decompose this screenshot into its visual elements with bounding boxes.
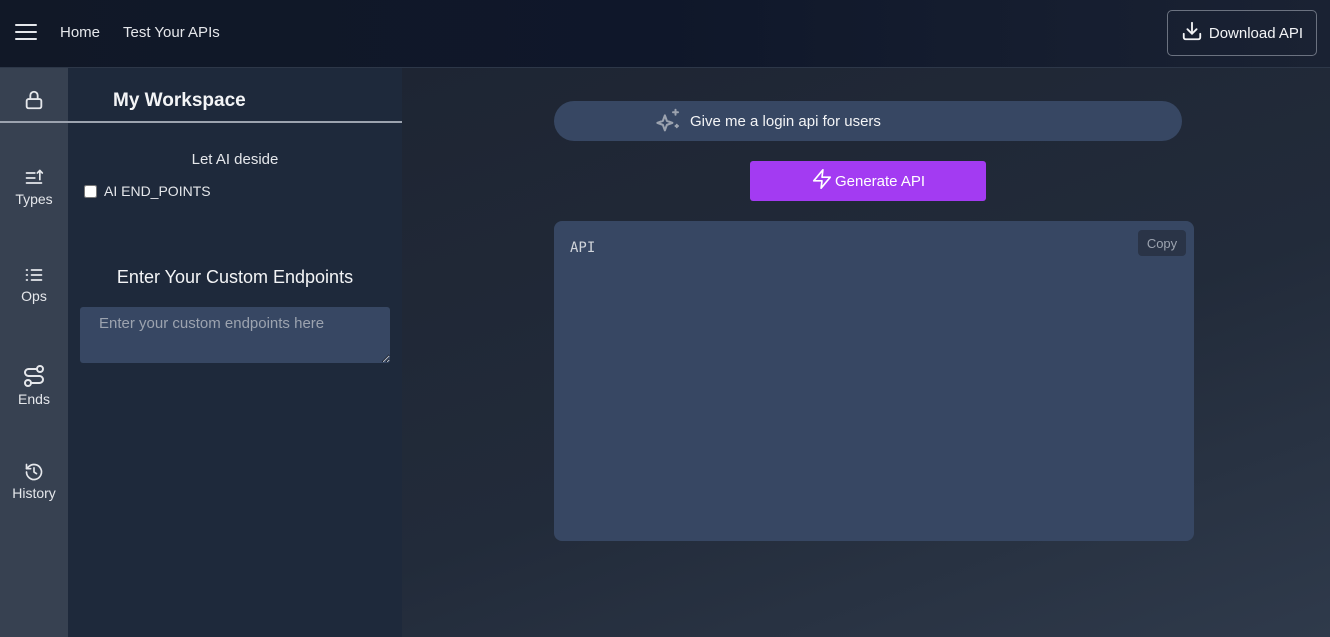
download-api-button[interactable]: Download API	[1167, 10, 1317, 56]
rail-history-label: History	[12, 485, 56, 501]
ai-endpoints-checkbox[interactable]	[84, 184, 97, 198]
workspace-divider	[68, 121, 402, 123]
rail-divider	[0, 121, 68, 123]
workspace-panel: My Workspace Let AI deside AI END_POINTS…	[68, 68, 402, 637]
rail-ops-label: Ops	[21, 288, 47, 304]
main-area: Generate API API Copy	[402, 68, 1330, 637]
rail-item-history[interactable]: History	[0, 462, 68, 501]
rail-ends-label: Ends	[18, 391, 50, 407]
custom-endpoints-heading: Enter Your Custom Endpoints	[116, 267, 354, 287]
nav-test-apis-link[interactable]: Test Your APIs	[123, 24, 220, 41]
lightning-icon	[811, 167, 833, 195]
workspace-title: My Workspace	[113, 90, 246, 111]
route-icon	[22, 364, 46, 391]
ai-decide-label: Let AI deside	[191, 151, 279, 168]
icon-rail: Types Ops Ends History	[0, 68, 68, 637]
generate-api-button[interactable]: Generate API	[750, 161, 986, 201]
generate-api-label: Generate API	[834, 172, 926, 190]
download-icon	[1181, 20, 1203, 46]
copy-button[interactable]: Copy	[1138, 230, 1186, 256]
bullet-list-icon	[23, 265, 45, 288]
top-navbar: Home Test Your APIs Download API	[0, 0, 1330, 68]
ai-endpoints-row[interactable]: AI END_POINTS	[84, 183, 211, 199]
sort-list-icon	[23, 168, 45, 191]
api-output-box[interactable]: API Copy	[554, 221, 1194, 541]
custom-endpoints-input[interactable]	[80, 307, 390, 363]
download-api-label: Download API	[1208, 24, 1304, 42]
history-icon	[24, 462, 44, 485]
lock-icon	[23, 88, 45, 115]
nav-home-link[interactable]: Home	[60, 24, 100, 41]
api-output-text: API	[570, 240, 596, 256]
rail-types-label: Types	[15, 191, 53, 207]
ai-endpoints-label: AI END_POINTS	[104, 183, 211, 199]
rail-lock-button[interactable]	[0, 88, 68, 115]
prompt-input[interactable]	[690, 109, 1160, 133]
rail-item-types[interactable]: Types	[0, 168, 68, 207]
rail-item-ops[interactable]: Ops	[0, 265, 68, 304]
prompt-bar	[554, 101, 1182, 141]
sparkles-icon	[653, 106, 683, 141]
hamburger-menu-icon[interactable]	[15, 24, 37, 42]
rail-item-ends[interactable]: Ends	[0, 364, 68, 407]
